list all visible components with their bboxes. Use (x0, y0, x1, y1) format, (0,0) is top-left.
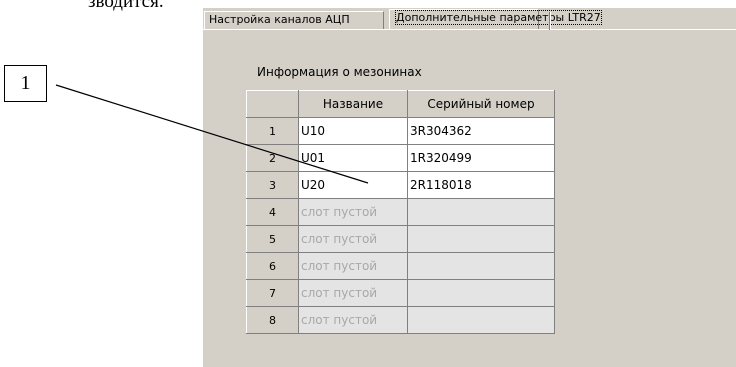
callout-label-box: 1 (4, 65, 47, 102)
cell-serial[interactable]: 3R304362 (407, 117, 555, 145)
cell-serial[interactable]: 2R118018 (407, 171, 555, 199)
table-row: 8 слот пустой (246, 306, 555, 334)
tab-adc-channels[interactable]: Настройка каналов АЦП (204, 11, 384, 29)
cell-name[interactable]: слот пустой (298, 279, 408, 307)
mezzanine-info-caption: Информация о мезонинах (257, 65, 422, 79)
table-row: 2 U01 1R320499 (246, 144, 555, 172)
cell-serial[interactable] (407, 252, 555, 280)
column-header-name[interactable]: Название (298, 90, 408, 118)
row-header[interactable]: 4 (246, 198, 299, 226)
row-header[interactable]: 8 (246, 306, 299, 334)
cell-name[interactable]: слот пустой (298, 306, 408, 334)
document-text-fragment: зводится. (88, 0, 164, 12)
table-row: 6 слот пустой (246, 252, 555, 280)
row-header[interactable]: 6 (246, 252, 299, 280)
table-row: 3 U20 2R118018 (246, 171, 555, 199)
cell-serial[interactable] (407, 279, 555, 307)
cell-name[interactable]: U01 (298, 144, 408, 172)
cell-serial[interactable] (407, 306, 555, 334)
mezzanine-table: Название Серийный номер 1 U10 3R304362 2… (246, 90, 555, 334)
table-row: 5 слот пустой (246, 225, 555, 253)
corner-header (246, 90, 299, 118)
row-header[interactable]: 1 (246, 117, 299, 145)
row-header[interactable]: 5 (246, 225, 299, 253)
table-header-row: Название Серийный номер (246, 90, 555, 118)
cell-serial[interactable] (407, 225, 555, 253)
table-row: 7 слот пустой (246, 279, 555, 307)
cell-name[interactable]: слот пустой (298, 198, 408, 226)
table-row: 1 U10 3R304362 (246, 117, 555, 145)
table-row: 4 слот пустой (246, 198, 555, 226)
row-header[interactable]: 2 (246, 144, 299, 172)
cell-name[interactable]: слот пустой (298, 225, 408, 253)
cell-serial[interactable] (407, 198, 555, 226)
row-header[interactable]: 7 (246, 279, 299, 307)
tab-separator-highlight (550, 12, 551, 30)
column-header-serial[interactable]: Серийный номер (407, 90, 555, 118)
cell-name[interactable]: U10 (298, 117, 408, 145)
cell-name[interactable]: U20 (298, 171, 408, 199)
cell-name[interactable]: слот пустой (298, 252, 408, 280)
tab-adc-channels-label: Настройка каналов АЦП (209, 13, 350, 26)
tab-divider (203, 29, 736, 30)
cell-serial[interactable]: 1R320499 (407, 144, 555, 172)
tab-strip: Настройка каналов АЦП Дополнительные пар… (203, 8, 736, 30)
tab-extra-params-label: Дополнительные параметры LTR27 (395, 10, 602, 25)
row-header[interactable]: 3 (246, 171, 299, 199)
tab-extra-params[interactable]: Дополнительные параметры LTR27 (389, 9, 602, 30)
ltr27-settings-dialog: Настройка каналов АЦП Дополнительные пар… (203, 8, 736, 367)
